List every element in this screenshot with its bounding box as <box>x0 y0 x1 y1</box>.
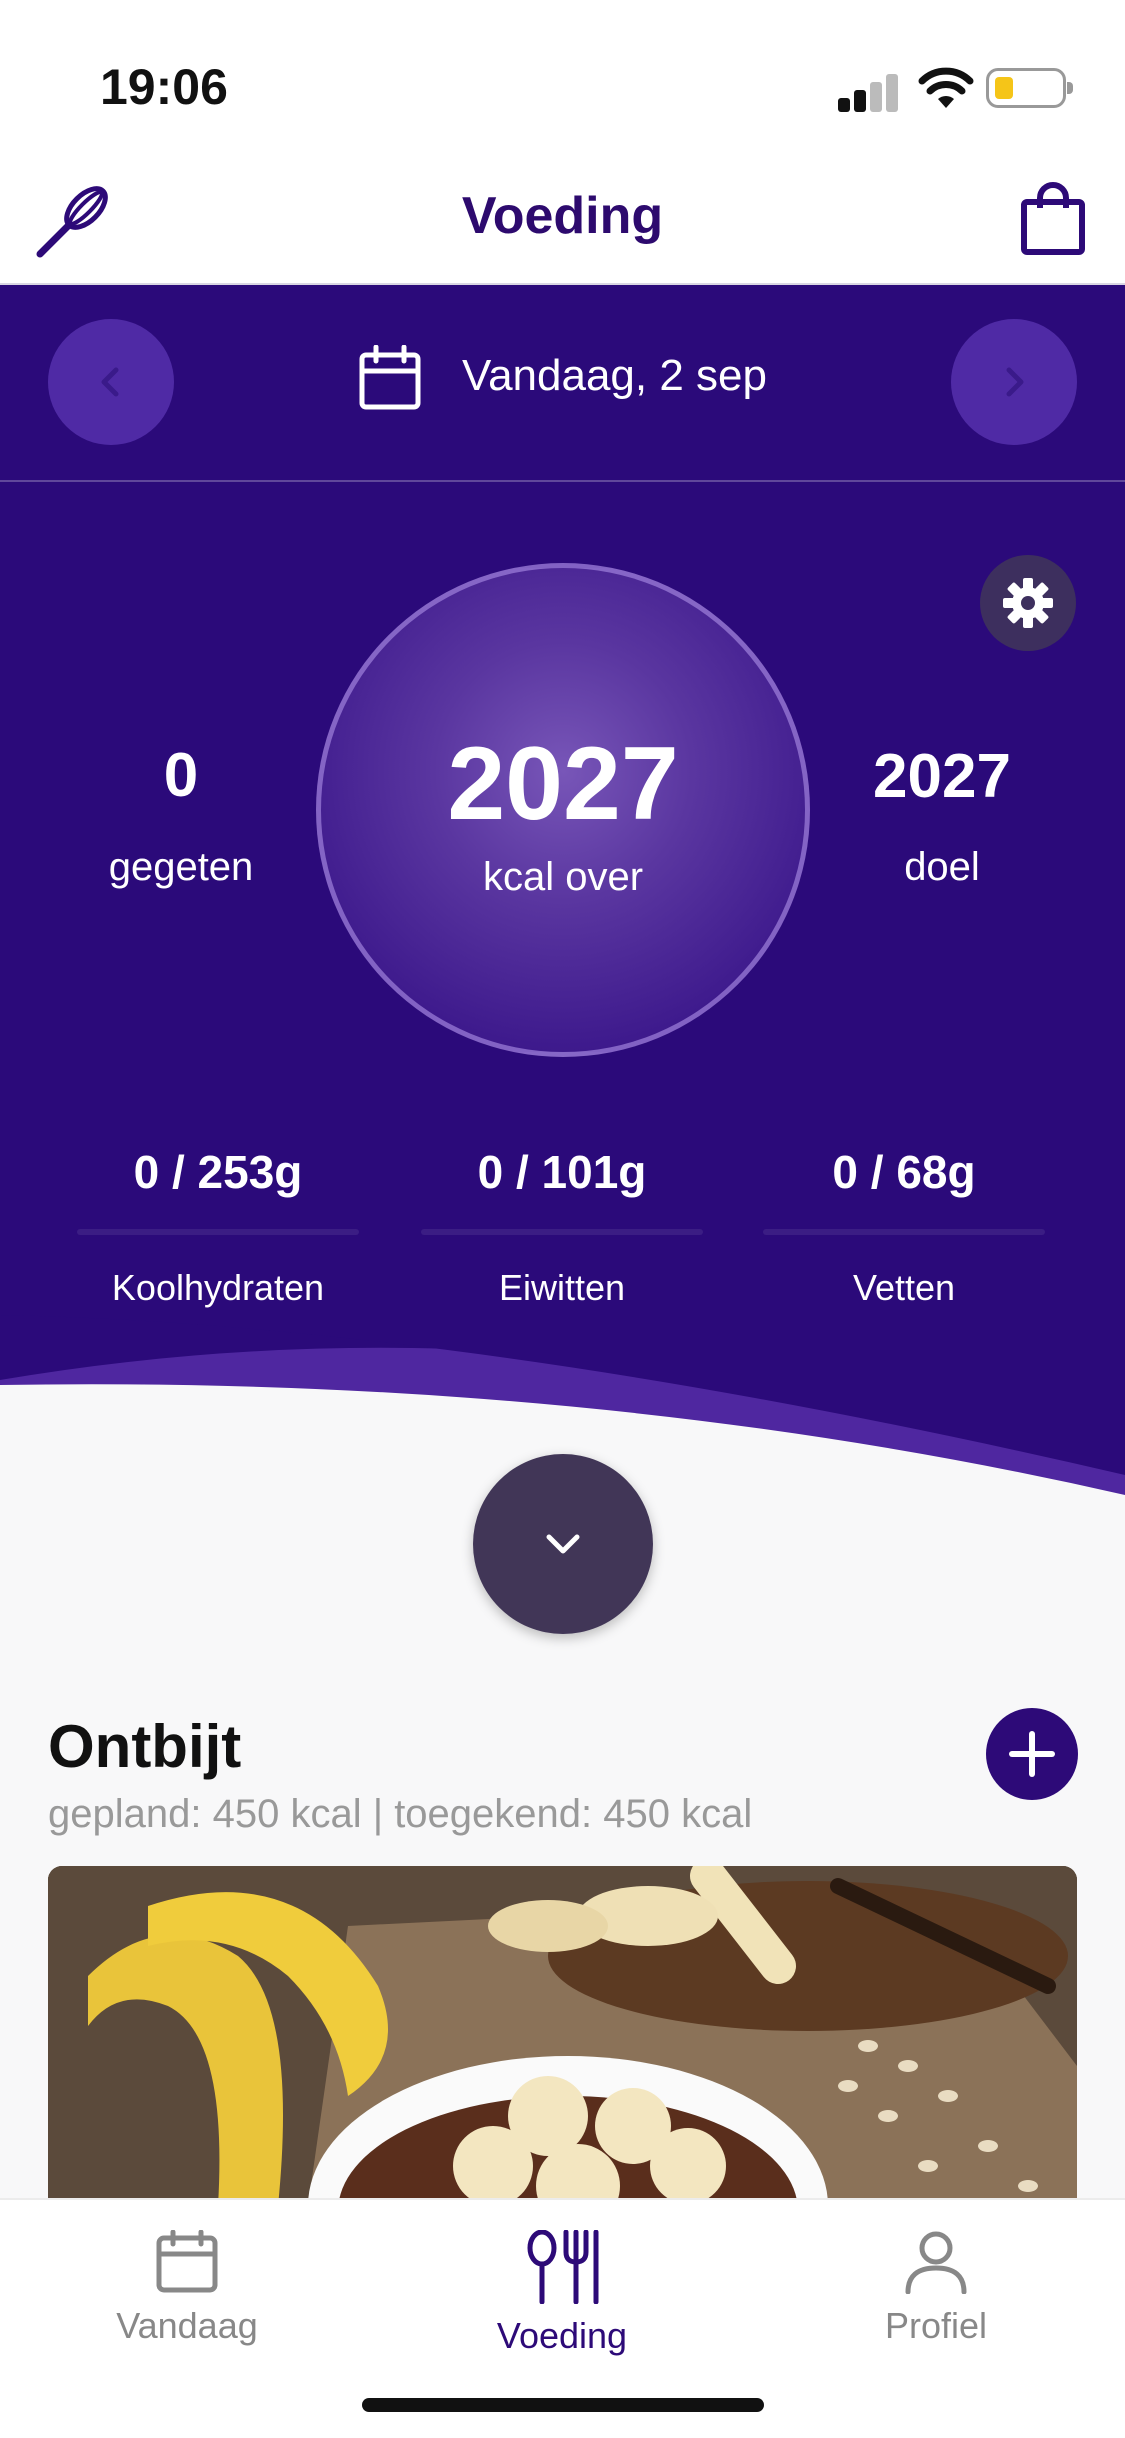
status-bar: 19:06 <box>0 0 1125 160</box>
fat-value: 0 / 68g <box>832 1146 976 1198</box>
tab-voeding-label: Voeding <box>496 2315 628 2356</box>
banana-oatmeal-photo <box>48 1866 1077 2206</box>
next-day-button[interactable] <box>951 319 1077 445</box>
tab-profiel-label: Profiel <box>884 2305 988 2346</box>
status-time: 19:06 <box>100 59 228 115</box>
home-indicator[interactable] <box>362 2398 764 2412</box>
carbs-label: Koolhydraten <box>111 1267 325 1308</box>
protein-label: Eiwitten <box>498 1267 626 1308</box>
user-icon <box>905 2231 967 2295</box>
remaining-kcal-label: kcal over <box>482 855 644 899</box>
calendar-icon <box>359 345 421 410</box>
expand-toggle-button[interactable] <box>473 1454 653 1634</box>
carbs-value: 0 / 253g <box>133 1146 303 1198</box>
protein-value: 0 / 101g <box>477 1146 647 1198</box>
fat-progress-bar <box>763 1229 1045 1235</box>
date-navigator: Vandaag, 2 sep <box>0 285 1125 482</box>
previous-day-button[interactable] <box>48 319 174 445</box>
eaten-label: gegeten <box>108 845 254 889</box>
settings-button[interactable] <box>980 555 1076 651</box>
wifi-icon <box>918 67 974 108</box>
plus-icon <box>1009 1731 1055 1777</box>
tab-profiel[interactable]: Profiel <box>806 2230 1066 2347</box>
signal-icon <box>838 72 900 112</box>
carbs-progress-bar <box>77 1229 359 1235</box>
chevron-right-icon <box>1006 367 1024 397</box>
chevron-left-icon <box>101 367 119 397</box>
shopping-bag-icon[interactable] <box>1020 182 1086 256</box>
meal-subtitle: gepland: 450 kcal | toegekend: 450 kcal <box>48 1792 753 1836</box>
nutrition-summary-panel: Vandaag, 2 sep 0 gegeten 2027 kcal over … <box>0 285 1125 1585</box>
calendar-icon <box>156 2229 218 2293</box>
navigation-bar: Voeding <box>0 160 1125 285</box>
battery-icon <box>986 68 1073 108</box>
chevron-down-icon <box>546 1534 580 1554</box>
recipe-image[interactable] <box>48 1866 1077 2206</box>
fat-label: Vetten <box>852 1267 956 1308</box>
tab-vandaag[interactable]: Vandaag <box>57 2229 317 2347</box>
protein-progress-bar <box>421 1229 703 1235</box>
eaten-value: 0 <box>163 741 199 810</box>
goal-label: doel <box>904 845 980 889</box>
tab-vandaag-label: Vandaag <box>116 2305 258 2346</box>
goal-value: 2027 <box>873 742 1011 811</box>
cutlery-icon <box>527 2229 599 2305</box>
page-title: Voeding <box>461 187 664 245</box>
date-label[interactable]: Vandaag, 2 sep <box>462 351 767 401</box>
meal-title: Ontbijt <box>48 1713 242 1780</box>
remaining-kcal-value: 2027 <box>447 726 679 842</box>
add-food-button[interactable] <box>986 1708 1078 1800</box>
tab-voeding[interactable]: Voeding <box>432 2229 692 2357</box>
gear-icon <box>1003 578 1053 628</box>
